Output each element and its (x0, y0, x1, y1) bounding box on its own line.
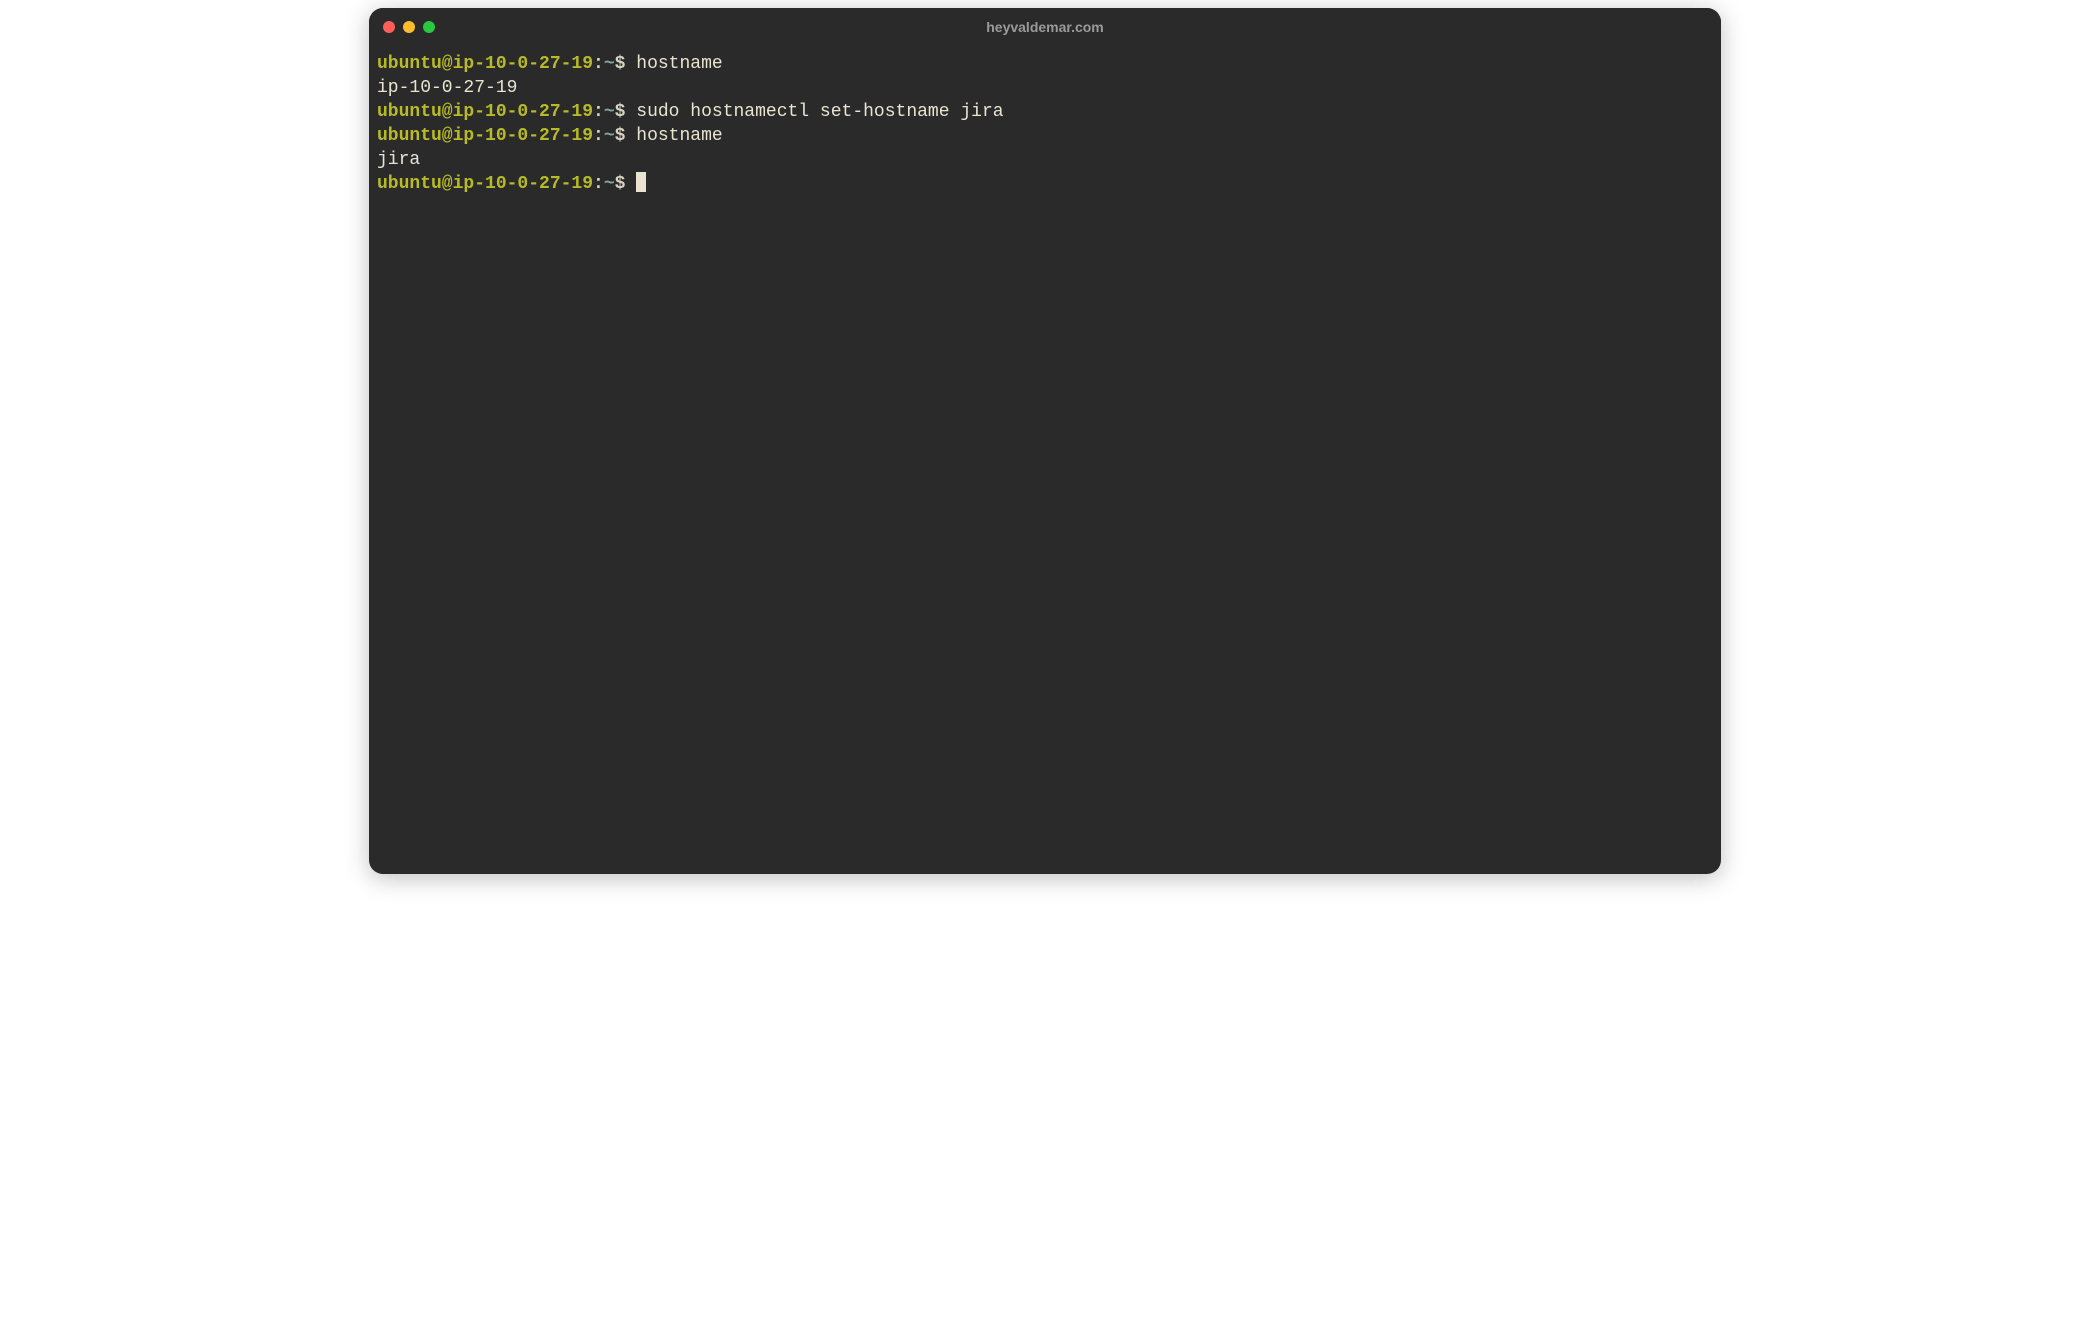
prompt-path: ~ (604, 102, 615, 122)
prompt-user-host: ubuntu@ip-10-0-27-19 (377, 126, 593, 146)
close-icon[interactable] (383, 21, 395, 33)
prompt-line: ubuntu@ip-10-0-27-19:~$ hostname (377, 124, 1713, 148)
traffic-lights (383, 21, 435, 33)
command-text: sudo hostnamectl set-hostname jira (636, 102, 1003, 122)
prompt-user-host: ubuntu@ip-10-0-27-19 (377, 54, 593, 74)
prompt-path: ~ (604, 126, 615, 146)
prompt-dollar: $ (615, 174, 637, 194)
terminal-body[interactable]: ubuntu@ip-10-0-27-19:~$ hostnameip-10-0-… (369, 46, 1721, 874)
output-line: jira (377, 148, 1713, 172)
prompt-path: ~ (604, 174, 615, 194)
prompt-dollar: $ (615, 126, 637, 146)
titlebar: heyvaldemar.com (369, 8, 1721, 46)
minimize-icon[interactable] (403, 21, 415, 33)
prompt-colon: : (593, 174, 604, 194)
prompt-colon: : (593, 126, 604, 146)
output-line: ip-10-0-27-19 (377, 76, 1713, 100)
window-title: heyvaldemar.com (369, 19, 1721, 35)
output-text: ip-10-0-27-19 (377, 78, 517, 98)
prompt-dollar: $ (615, 102, 637, 122)
prompt-user-host: ubuntu@ip-10-0-27-19 (377, 174, 593, 194)
prompt-path: ~ (604, 54, 615, 74)
prompt-line: ubuntu@ip-10-0-27-19:~$ hostname (377, 52, 1713, 76)
prompt-colon: : (593, 102, 604, 122)
command-text: hostname (636, 54, 722, 74)
maximize-icon[interactable] (423, 21, 435, 33)
prompt-colon: : (593, 54, 604, 74)
prompt-line: ubuntu@ip-10-0-27-19:~$ (377, 172, 1713, 196)
cursor-icon (636, 172, 646, 192)
prompt-user-host: ubuntu@ip-10-0-27-19 (377, 102, 593, 122)
prompt-dollar: $ (615, 54, 637, 74)
terminal-window: heyvaldemar.com ubuntu@ip-10-0-27-19:~$ … (369, 8, 1721, 874)
output-text: jira (377, 150, 420, 170)
command-text: hostname (636, 126, 722, 146)
prompt-line: ubuntu@ip-10-0-27-19:~$ sudo hostnamectl… (377, 100, 1713, 124)
